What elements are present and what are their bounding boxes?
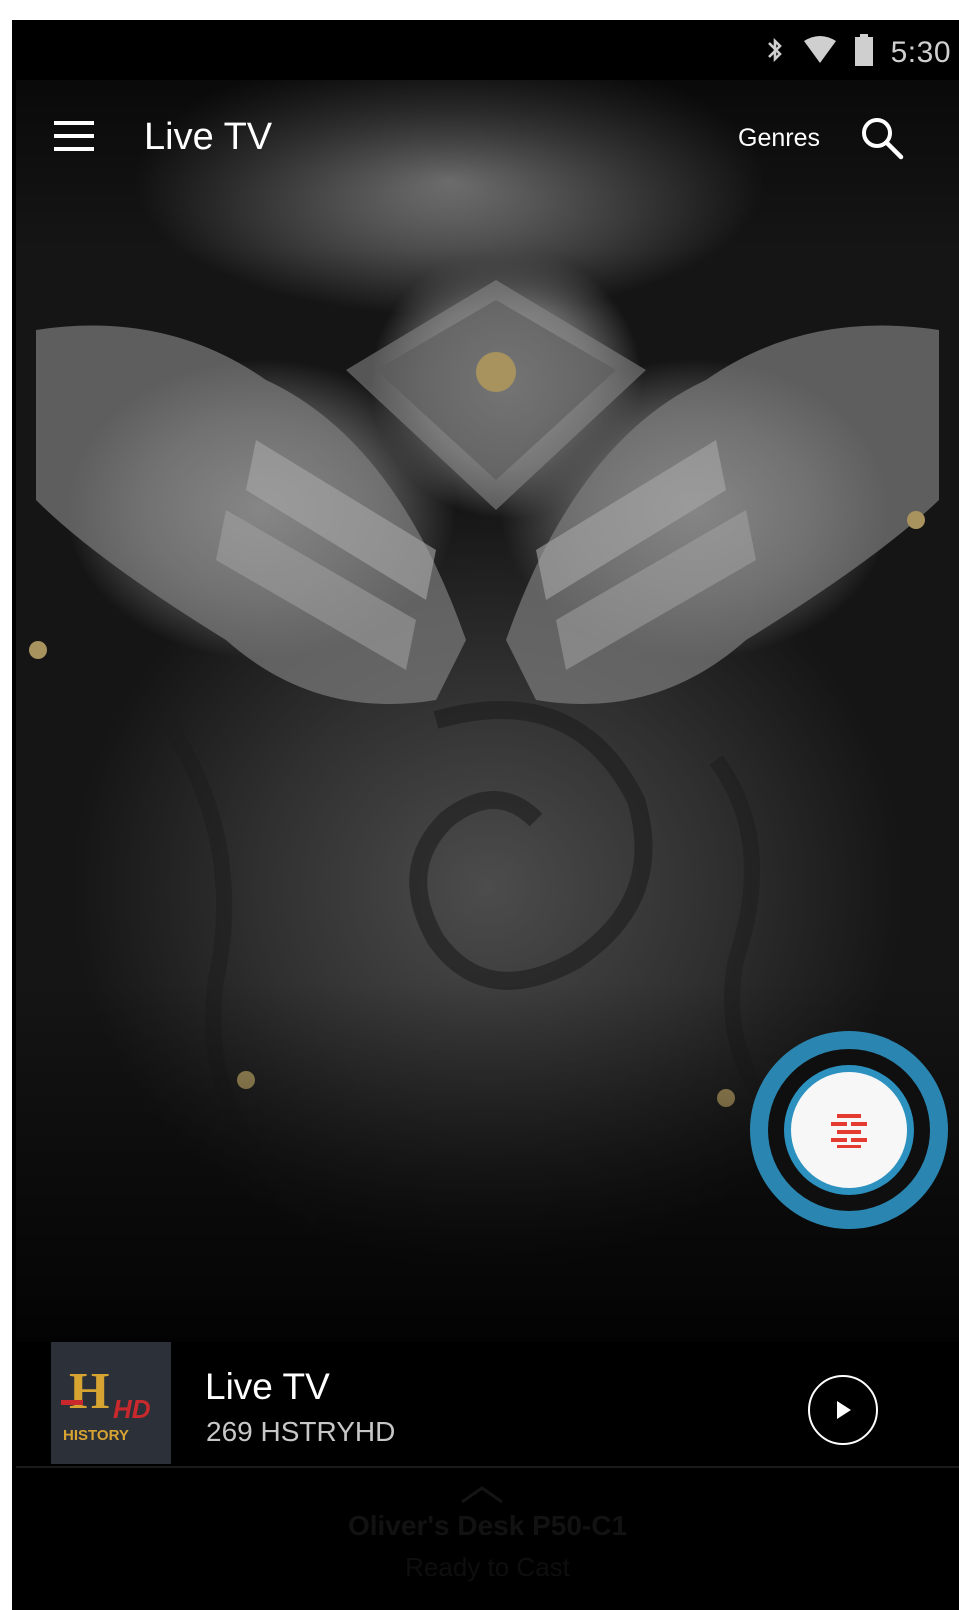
cast-panel[interactable]: Oliver's Desk P50-C1 Ready to Cast <box>16 1468 959 1610</box>
now-playing-title: Live TV <box>205 1366 330 1407</box>
svg-text:H: H <box>69 1363 109 1420</box>
menu-icon <box>54 121 94 151</box>
play-button[interactable] <box>808 1375 878 1445</box>
cast-device-name: Oliver's Desk P50-C1 <box>347 1510 628 1541</box>
genres-button[interactable]: Genres <box>738 124 820 153</box>
bluetooth-icon <box>765 35 785 70</box>
svg-text:HD: HD <box>113 1394 151 1424</box>
status-icons: 5:30 <box>765 34 951 71</box>
play-icon <box>837 1401 851 1419</box>
status-bar: 5:30 <box>12 20 959 80</box>
guide-fab-ring-band <box>784 1065 914 1195</box>
guide-icon <box>831 1114 867 1148</box>
battery-icon <box>854 34 873 71</box>
now-playing-channel: 269 HSTRYHD <box>206 1416 396 1447</box>
cast-expand-button[interactable] <box>457 1482 507 1506</box>
page-title: Live TV <box>144 116 273 158</box>
wifi-icon <box>803 36 837 69</box>
svg-text:HISTORY: HISTORY <box>63 1427 129 1444</box>
history-hd-logo: H HD HISTORY <box>61 1363 151 1444</box>
chevron-up-icon <box>461 1486 503 1504</box>
app-bar: Live TV Genres <box>16 80 959 200</box>
guide-fab-highlight <box>750 1031 948 1229</box>
guide-fab-button[interactable] <box>791 1072 907 1188</box>
cast-status: Ready to Cast <box>405 1552 570 1582</box>
guide-fab-ring <box>768 1049 930 1211</box>
search-button[interactable] <box>860 116 904 160</box>
phone-screen: 5:30 Live TV Genres H HD HISTORY Live TV… <box>12 20 959 1610</box>
menu-button[interactable] <box>52 118 96 154</box>
search-icon <box>862 118 904 160</box>
status-time: 5:30 <box>890 35 951 69</box>
channel-logo: H HD HISTORY <box>51 1342 171 1464</box>
